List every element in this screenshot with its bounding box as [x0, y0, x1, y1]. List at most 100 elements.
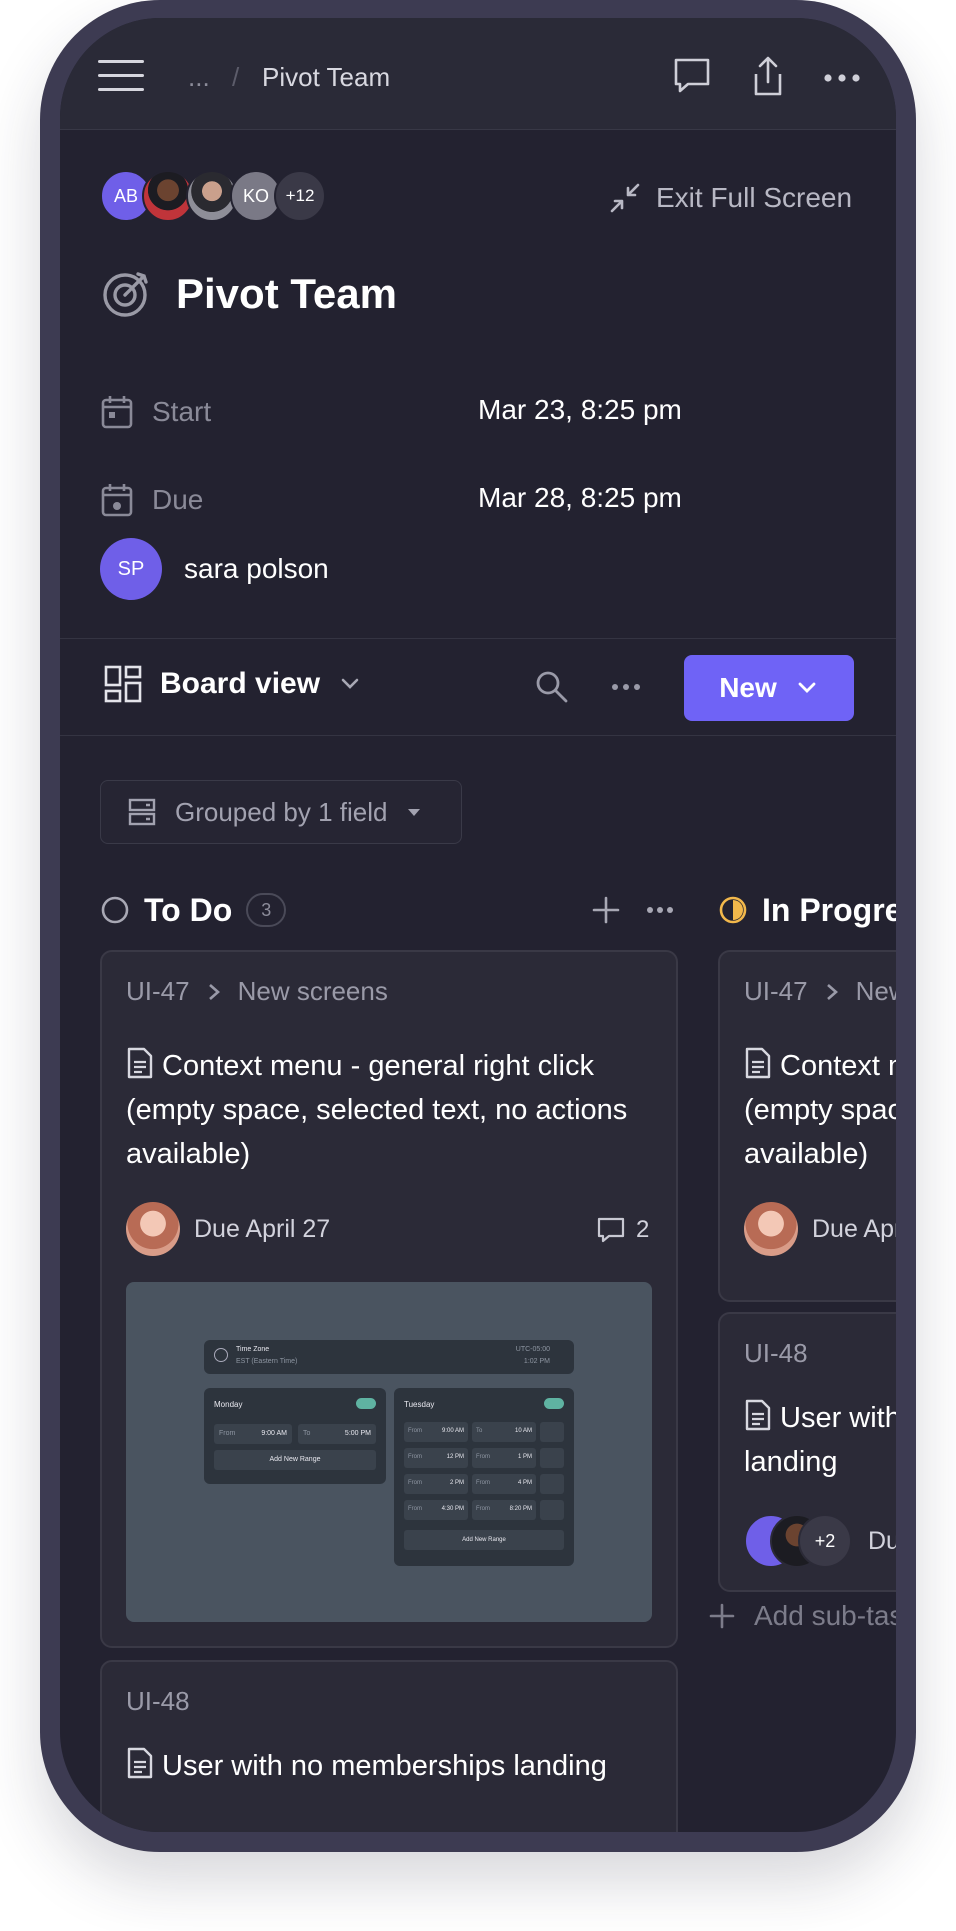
- group-by-button[interactable]: Grouped by 1 field: [100, 780, 462, 844]
- preview-tuesday: Tuesday From 9:00 AM To 10 AM From 12 PM Fr…: [394, 1388, 574, 1566]
- calendar-icon: [101, 396, 133, 429]
- card-title: User with no memberships landing: [744, 1396, 896, 1484]
- exit-full-screen-button[interactable]: Exit Full Screen: [608, 178, 852, 218]
- exit-full-screen-label: Exit Full Screen: [656, 182, 853, 213]
- column-header-todo: To Do 3: [100, 886, 287, 934]
- assignee-avatar: [744, 1202, 798, 1256]
- chevron-down-icon: [341, 678, 359, 689]
- preview-text: 12 PM: [446, 1454, 464, 1460]
- preview-text: From: [219, 1430, 236, 1437]
- new-button-label: New: [719, 672, 777, 703]
- card-parent[interactable]: New screens: [238, 976, 388, 1007]
- preview-text: Add New Range: [404, 1530, 564, 1550]
- card-title-text: Context menu - general right click (empt…: [126, 1050, 628, 1170]
- start-value[interactable]: Mar 23, 8:25 pm: [478, 394, 682, 426]
- preview-text: EST (Eastern Time): [236, 1358, 298, 1365]
- preview-text: 8:20 PM: [509, 1506, 532, 1512]
- assignee-name: sara polson: [184, 553, 329, 584]
- chevron-down-icon: [798, 682, 816, 693]
- card-breadcrumb: UI-47 New screens: [744, 976, 896, 1007]
- preview-text: 5:00 PM: [344, 1430, 371, 1437]
- preview-monday: Monday From 9:00 AM To 5:00 PM Add New R…: [204, 1388, 386, 1484]
- view-switcher[interactable]: Board view: [104, 665, 362, 703]
- add-sub-task-label: Add sub-task: [754, 1600, 896, 1631]
- card-id: UI-48: [744, 1338, 808, 1368]
- comment-icon[interactable]: [670, 54, 714, 98]
- card-preview-image: Time Zone EST (Eastern Time) UTC-05:00 1…: [126, 1282, 652, 1622]
- column-name: To Do: [144, 891, 233, 928]
- page-title-row: Pivot Team: [100, 268, 397, 320]
- document-icon: [745, 1047, 771, 1079]
- task-card[interactable]: UI-47 New screens Context menu - general…: [100, 950, 678, 1648]
- comment-icon: [597, 1217, 625, 1243]
- card-title: Context menu - general right click (empt…: [744, 1044, 896, 1176]
- preview-field: From 2 PM: [404, 1474, 468, 1494]
- preview-text: From: [408, 1506, 422, 1512]
- document-icon: [127, 1747, 153, 1779]
- preview-text: From: [408, 1428, 422, 1434]
- preview-text: Time Zone: [236, 1346, 270, 1353]
- card-title-text: User with no memberships landing: [162, 1750, 607, 1782]
- calendar-icon: [101, 484, 133, 517]
- preview-text: Tuesday: [404, 1400, 435, 1409]
- due-property: Due: [100, 480, 203, 520]
- preview-text: 10 AM: [514, 1428, 532, 1434]
- menu-icon[interactable]: [98, 58, 144, 94]
- assignee[interactable]: SP sara polson: [100, 538, 329, 600]
- status-todo-icon: [101, 896, 129, 924]
- card-parent[interactable]: New screens: [856, 976, 896, 1007]
- task-card[interactable]: UI-47 New screens Context menu - general…: [718, 950, 896, 1302]
- breadcrumb-ellipsis[interactable]: ...: [188, 62, 210, 93]
- board-icon: [104, 665, 142, 703]
- card-comments[interactable]: 2: [596, 1216, 649, 1244]
- avatar-overflow[interactable]: +12: [274, 170, 326, 222]
- status-in-progress-icon: [719, 896, 747, 924]
- card-breadcrumb: UI-48: [744, 1338, 808, 1369]
- preview-text: From: [476, 1454, 490, 1460]
- add-sub-task-button[interactable]: Add sub-task: [708, 1600, 896, 1632]
- document-icon: [745, 1399, 771, 1431]
- add-icon: [709, 1603, 735, 1629]
- more-icon[interactable]: [644, 894, 676, 926]
- phone-frame: ... / Pivot Team AB KO +12 Exit Full Scr…: [40, 0, 916, 1852]
- due-label: Due: [152, 484, 204, 515]
- new-button[interactable]: New: [684, 655, 854, 721]
- preview-text: To: [303, 1430, 311, 1437]
- target-icon: [103, 272, 148, 317]
- document-icon: [127, 1047, 153, 1079]
- group-label: Grouped by 1 field: [175, 796, 388, 827]
- preview-field: [540, 1448, 564, 1468]
- search-icon[interactable]: [534, 669, 570, 705]
- page-title: Pivot Team: [176, 270, 397, 317]
- preview-text: 4 PM: [517, 1480, 532, 1486]
- card-title: Context menu - general right click (empt…: [126, 1044, 666, 1176]
- card-id: UI-48: [126, 1686, 190, 1716]
- card-id: UI-47: [744, 976, 808, 1006]
- preview-field: From 4:30 PM: [404, 1500, 468, 1520]
- task-card[interactable]: UI-48 User with no memberships landing: [100, 1660, 678, 1832]
- column-count: 3: [246, 893, 287, 927]
- chevron-right-icon: [208, 983, 220, 1000]
- preview-field: To 5:00 PM: [298, 1424, 376, 1444]
- more-icon[interactable]: [820, 54, 864, 98]
- share-icon[interactable]: [746, 54, 790, 98]
- globe-icon: [214, 1348, 228, 1362]
- assignee-avatar: SP: [100, 538, 162, 600]
- breadcrumb-current[interactable]: Pivot Team: [262, 62, 390, 93]
- more-icon[interactable]: [608, 669, 644, 705]
- card-breadcrumb: UI-48: [126, 1686, 190, 1717]
- add-icon[interactable]: [590, 894, 622, 926]
- task-card[interactable]: UI-48 User with no memberships landing +…: [718, 1312, 896, 1592]
- preview-text: 1:02 PM: [523, 1358, 550, 1365]
- preview-text: Add New Range: [214, 1450, 376, 1470]
- due-value[interactable]: Mar 28, 8:25 pm: [478, 482, 682, 514]
- preview-text: Monday: [214, 1400, 243, 1409]
- card-due-text: Due: [868, 1526, 896, 1555]
- preview-field: [540, 1422, 564, 1442]
- card-due: +2 Due: [744, 1514, 896, 1568]
- card-due: Due April 27: [126, 1202, 330, 1256]
- preview-text: 9:00 AM: [441, 1428, 464, 1434]
- preview-field: From 1 PM: [472, 1448, 536, 1468]
- preview-field: From 4 PM: [472, 1474, 536, 1494]
- preview-text: From: [408, 1480, 422, 1486]
